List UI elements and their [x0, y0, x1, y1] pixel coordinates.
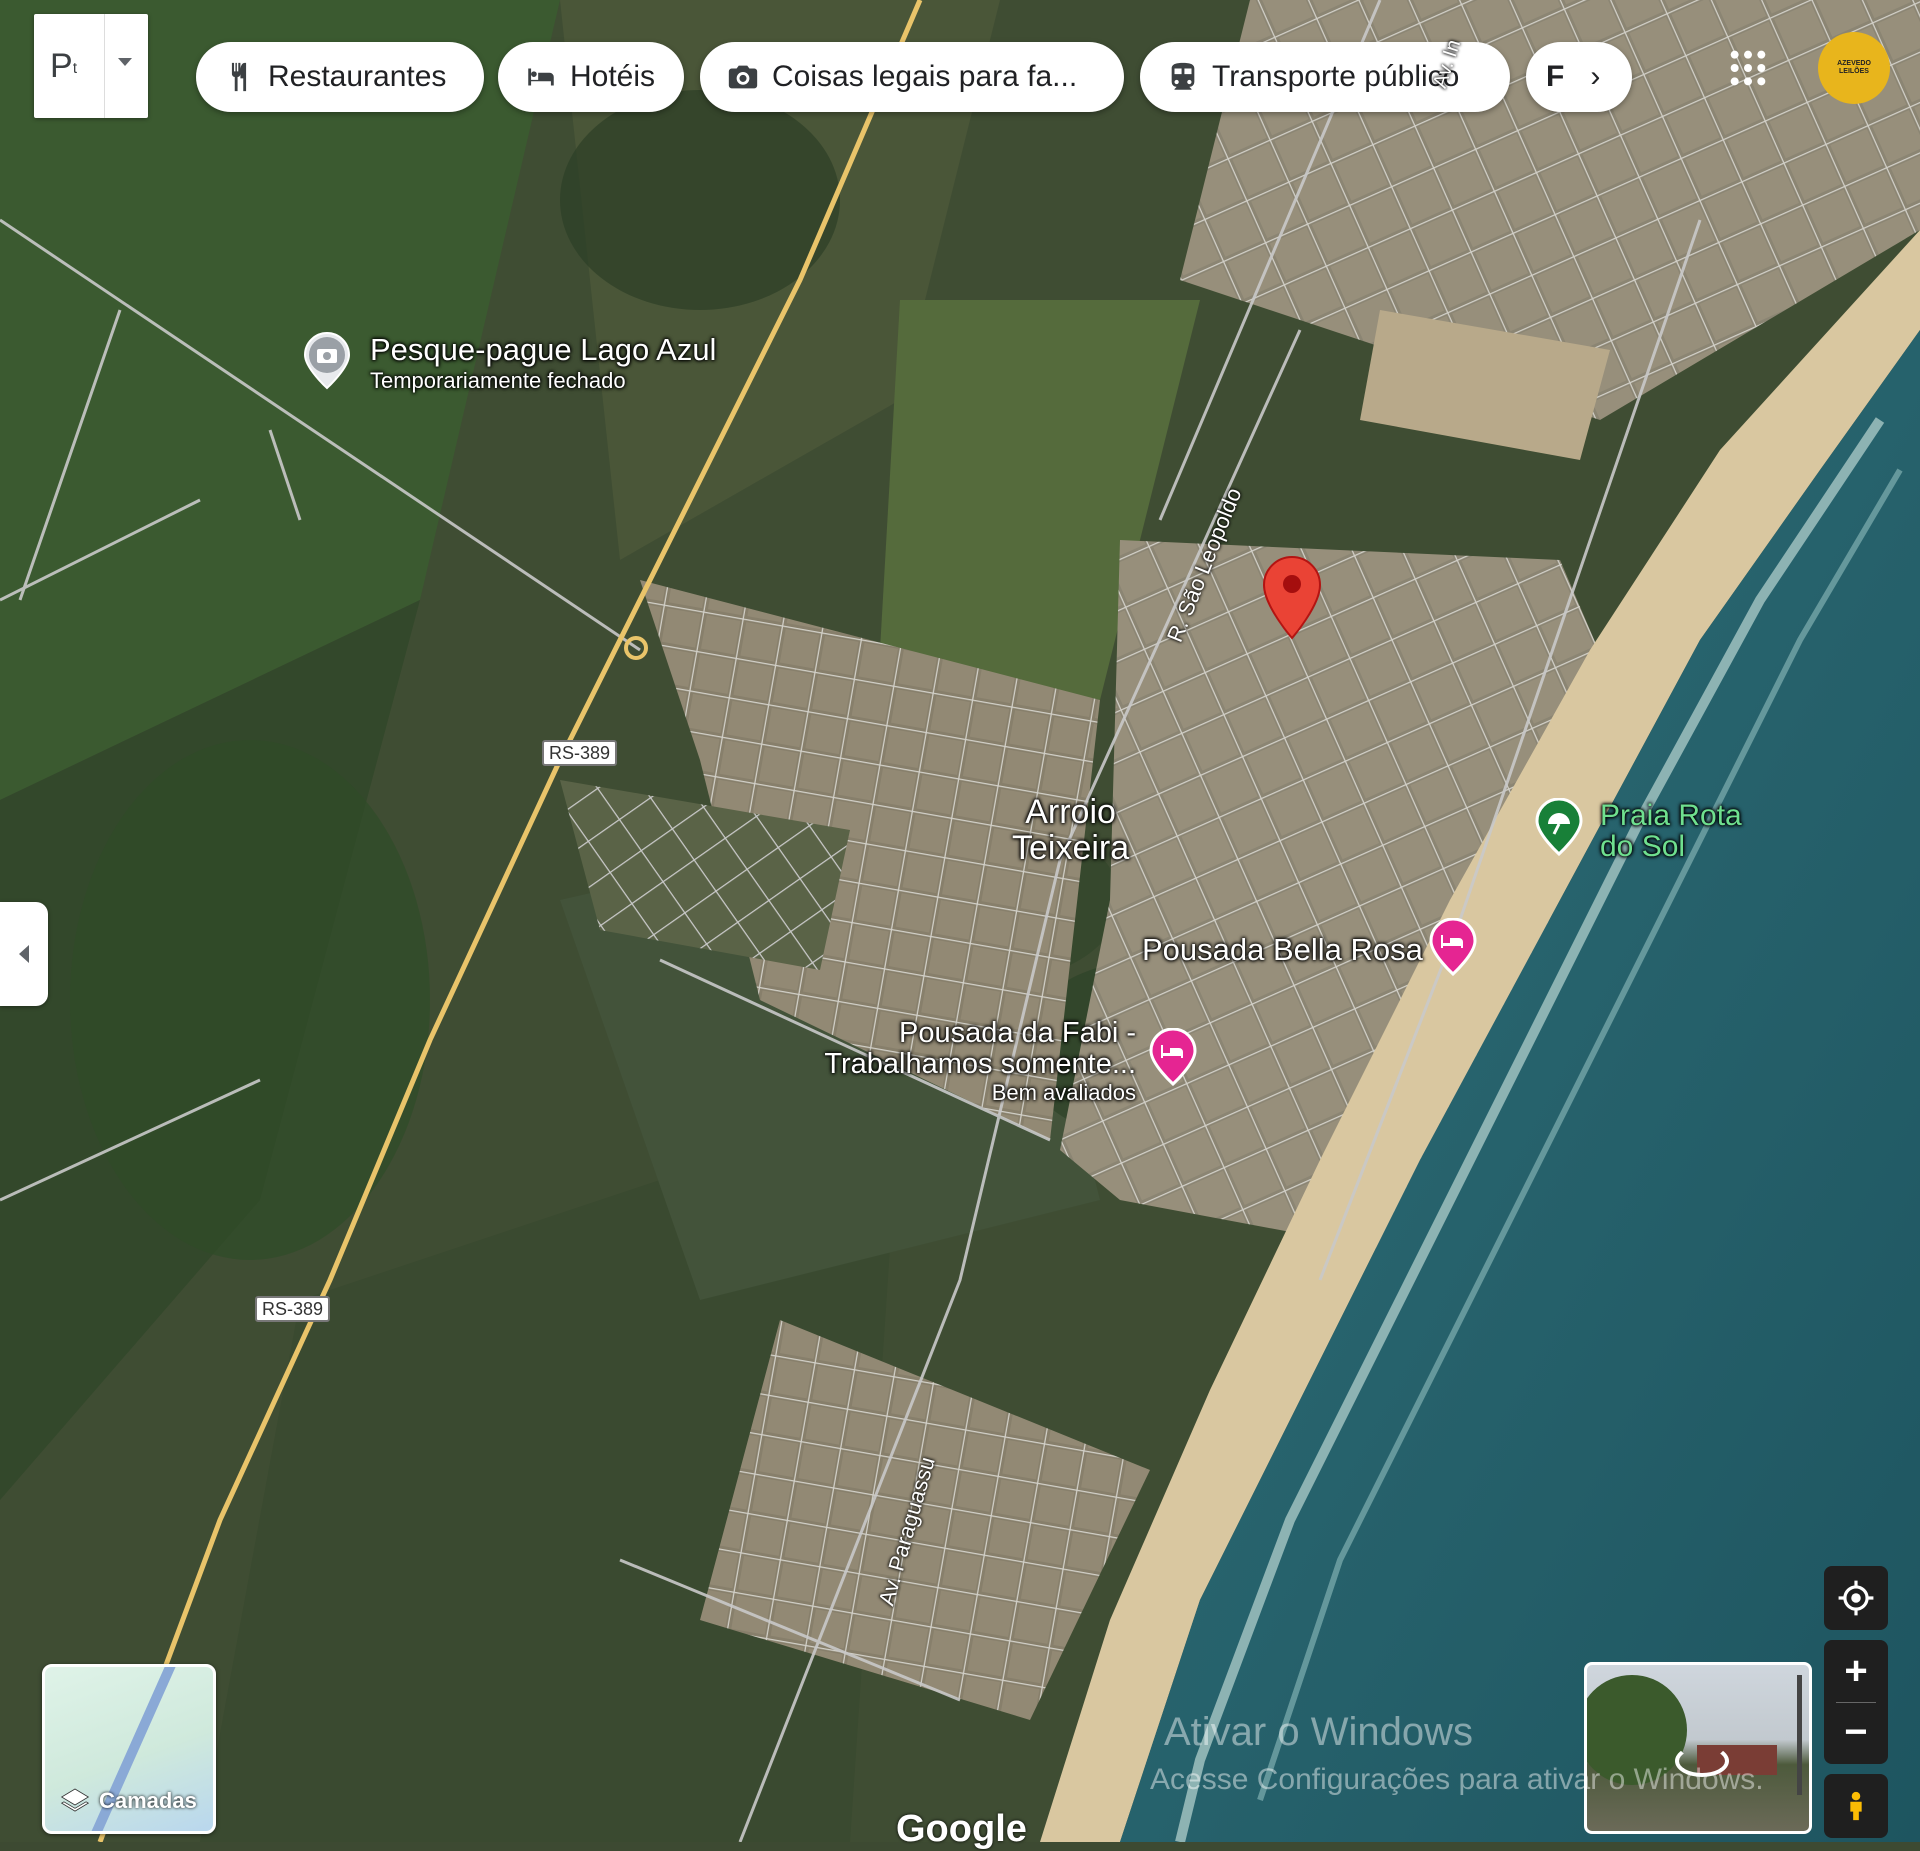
poi-marker-pousada-bella-rosa[interactable]: [1428, 917, 1478, 977]
poi-praia-rota-do-sol[interactable]: Praia Rota do Sol: [1600, 800, 1742, 862]
pegman-icon: [1850, 1791, 1862, 1821]
dropped-pin-marker[interactable]: [1262, 556, 1322, 640]
chevron-down-icon[interactable]: [118, 58, 132, 66]
layers-button[interactable]: Camadas: [42, 1664, 216, 1834]
poi-fabi-rating: Bem avaliados: [991, 1080, 1136, 1105]
poi-lago-azul-status: Temporariamente fechado: [370, 368, 626, 393]
street-view-pole: [1797, 1675, 1802, 1795]
poi-lago-azul[interactable]: Pesque-pague Lago Azul Temporariamente f…: [370, 332, 716, 394]
zoom-in-button[interactable]: +: [1824, 1642, 1888, 1702]
chip-things-to-do-label: Coisas legais para fa...: [772, 60, 1078, 93]
poi-marker-lago-azul[interactable]: [302, 332, 352, 390]
avatar-logo-text: AZEVEDO LEILÕES: [1837, 60, 1871, 75]
poi-bella-rosa-title: Pousada Bella Rosa: [1142, 932, 1423, 967]
dropdown-divider: [104, 14, 105, 118]
search-input[interactable]: P: [50, 47, 73, 86]
town-label-line2: Teixeira: [1012, 829, 1130, 867]
watermark-line2: Acesse Configurações para ativar o Windo…: [1150, 1763, 1764, 1796]
apps-grid-icon[interactable]: [1728, 48, 1768, 88]
camera-poi-icon: [303, 332, 351, 390]
caret-left-icon: [19, 945, 29, 963]
zoom-controls: + −: [1824, 1640, 1888, 1764]
fork-knife-icon: [231, 62, 247, 92]
poi-pousada-da-fabi[interactable]: Pousada da Fabi - Trabalhamos somente...…: [804, 1018, 1136, 1106]
hotel-bed-icon: [1149, 1027, 1197, 1087]
account-avatar[interactable]: AZEVEDO LEILÕES: [1818, 32, 1890, 104]
layers-label: Camadas: [99, 1788, 197, 1813]
chip-restaurants[interactable]: Restaurantes: [196, 42, 484, 112]
chip-hotels-label: Hotéis: [570, 60, 656, 93]
search-box[interactable]: P ᵗ: [34, 14, 148, 118]
chip-more[interactable]: F ›: [1526, 42, 1632, 112]
pegman-street-view-button[interactable]: [1824, 1774, 1888, 1838]
beach-umbrella-icon: [1535, 797, 1583, 857]
google-logo: Google: [896, 1808, 1027, 1850]
poi-praia-line1: Praia Rota: [1600, 799, 1742, 832]
hotel-bed-icon: [1429, 917, 1477, 977]
watermark-line1: Ativar o Windows: [1164, 1710, 1473, 1754]
poi-marker-pousada-da-fabi[interactable]: [1148, 1027, 1198, 1087]
poi-pousada-bella-rosa[interactable]: Pousada Bella Rosa: [1142, 932, 1423, 968]
town-label-line1: Arroio: [1025, 793, 1116, 831]
poi-fabi-line1: Pousada da Fabi -: [899, 1017, 1136, 1049]
road-shield-rs389-bottom: RS-389: [255, 1296, 331, 1322]
zoom-out-button[interactable]: −: [1824, 1703, 1888, 1763]
satellite-map[interactable]: [0, 0, 1920, 1842]
chip-hotels[interactable]: Hotéis: [498, 42, 684, 112]
collapse-panel-button[interactable]: [0, 902, 48, 1006]
my-location-button[interactable]: [1824, 1566, 1888, 1630]
poi-marker-praia-rota-do-sol[interactable]: [1534, 797, 1584, 857]
road-shield-rs389-top: RS-389: [542, 740, 618, 766]
windows-activation-watermark: Ativar o Windows Acesse Configurações pa…: [1150, 1710, 1764, 1797]
train-icon: [1171, 62, 1195, 90]
crosshair-icon: [1838, 1580, 1874, 1616]
bed-icon: [528, 68, 554, 86]
text-cursor-icon: ᵗ: [72, 58, 78, 83]
layers-label-row: Camadas: [59, 1785, 197, 1817]
poi-lago-azul-title: Pesque-pague Lago Azul: [370, 332, 717, 367]
town-label-arroio-teixeira: Arroio Teixeira: [1012, 794, 1129, 866]
poi-praia-line2: do Sol: [1600, 830, 1686, 863]
camera-icon: [728, 65, 758, 89]
layers-icon: [60, 1788, 90, 1812]
chevron-right-icon[interactable]: ›: [1590, 60, 1600, 94]
chip-transit-label: Transporte público: [1212, 60, 1460, 93]
poi-fabi-line2: Trabalhamos somente...: [824, 1048, 1136, 1080]
chip-more-label: F: [1546, 60, 1565, 93]
chip-things-to-do[interactable]: Coisas legais para fa...: [700, 42, 1124, 112]
chip-restaurants-label: Restaurantes: [268, 60, 447, 93]
